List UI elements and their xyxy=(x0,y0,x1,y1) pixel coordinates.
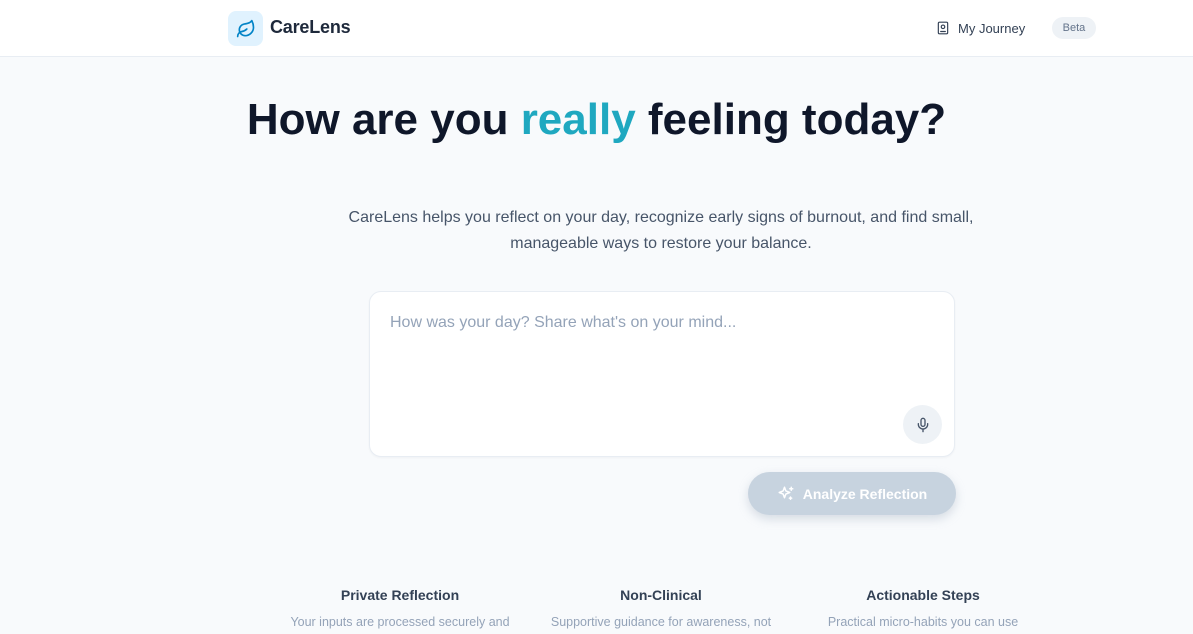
reflection-card xyxy=(369,291,955,457)
hero-subtitle: CareLens helps you reflect on your day, … xyxy=(348,209,974,252)
reflection-input[interactable] xyxy=(390,314,930,414)
analyze-reflection-label: Analyze Reflection xyxy=(802,485,928,502)
hero-title-end: feeling today? xyxy=(635,95,947,144)
logo[interactable] xyxy=(228,11,263,46)
my-journey-label: My Journey xyxy=(958,20,1026,36)
hero-title-accent: really xyxy=(520,95,636,144)
journal-icon xyxy=(937,21,949,35)
my-journey-link[interactable]: My Journey xyxy=(936,19,1025,37)
top-nav: CareLens My Journey Beta xyxy=(0,0,1193,57)
beta-badge: Beta xyxy=(1052,17,1096,39)
feature-title: Actionable Steps xyxy=(866,587,980,603)
sparkles-icon xyxy=(778,486,794,500)
feature-private-reflection: Private Reflection Your inputs are proce… xyxy=(275,586,525,631)
feature-description: Supportive guidance for awareness, not xyxy=(550,615,772,629)
feature-description: Your inputs are processed securely and xyxy=(290,615,510,629)
leaf-icon xyxy=(236,19,254,37)
hero-title-start: How are you xyxy=(246,95,521,144)
hero-title: How are you really feeling today? xyxy=(0,95,1193,144)
feature-description: Practical micro-habits you can use xyxy=(827,615,1019,629)
brand-name: CareLens xyxy=(270,17,351,37)
microphone-icon xyxy=(917,417,928,432)
voice-input-button[interactable] xyxy=(903,405,942,444)
feature-actionable-steps: Actionable Steps Practical micro-habits … xyxy=(798,586,1048,631)
feature-title: Private Reflection xyxy=(340,587,460,603)
analyze-reflection-button[interactable]: Analyze Reflection xyxy=(748,472,956,515)
feature-title: Non-Clinical xyxy=(620,587,702,603)
feature-non-clinical: Non-Clinical Supportive guidance for awa… xyxy=(536,586,786,631)
